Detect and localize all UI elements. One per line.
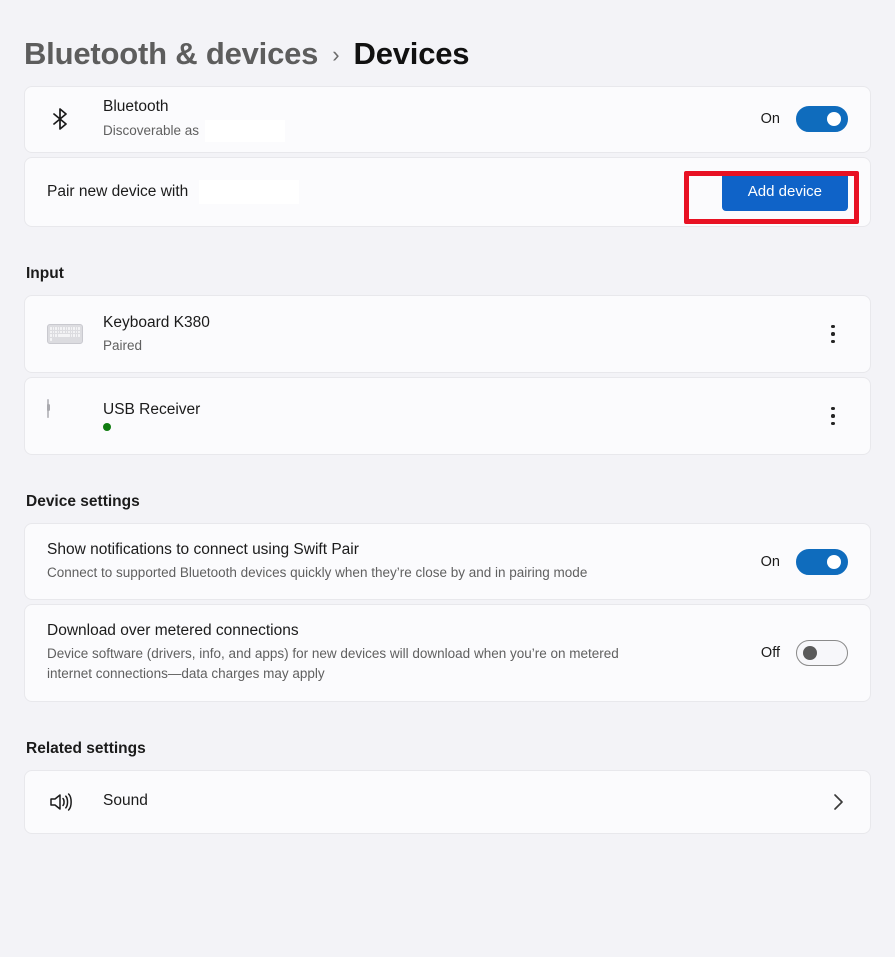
sound-settings-row[interactable]: Sound xyxy=(25,771,870,833)
usb-receiver-text: USB Receiver xyxy=(103,400,818,432)
swift-pair-toggle[interactable] xyxy=(796,548,848,575)
pair-device-label-wrap: Pair new device with xyxy=(47,179,722,204)
pair-device-card: Pair new device with Add device xyxy=(24,156,871,227)
swift-pair-description: Connect to supported Bluetooth devices q… xyxy=(47,564,588,580)
sound-label: Sound xyxy=(103,792,148,810)
related-settings-header: Related settings xyxy=(26,739,146,757)
mouse-thumb-wrap xyxy=(47,398,103,432)
bluetooth-text: Bluetooth Discoverable as xyxy=(103,97,758,142)
swift-pair-toggle-label: On xyxy=(760,553,780,570)
bluetooth-toggle-wrap: On xyxy=(758,106,848,133)
keyboard-icon xyxy=(47,318,83,350)
device-row-usb-receiver[interactable]: USB Receiver xyxy=(25,378,870,454)
bluetooth-icon xyxy=(47,106,73,132)
metered-connections-title: Download over metered connections xyxy=(47,622,299,640)
swift-pair-row: Show notifications to connect using Swif… xyxy=(25,524,870,599)
pair-device-label: Pair new device with xyxy=(47,183,189,201)
keyboard-status: Paired xyxy=(103,337,143,353)
device-card-keyboard: Keyboard K380 Paired xyxy=(24,294,871,373)
pair-device-row: Pair new device with Add device xyxy=(25,158,870,226)
settings-page: Bluetooth & devices › Devices Bluetooth … xyxy=(0,0,895,957)
keyboard-name: Keyboard K380 xyxy=(103,313,210,331)
device-settings-header: Device settings xyxy=(26,492,140,510)
metered-connections-description: Device software (drivers, info, and apps… xyxy=(47,646,619,682)
usb-receiver-menu-wrap xyxy=(818,399,848,433)
bluetooth-toggle-label: On xyxy=(760,111,780,128)
bluetooth-title: Bluetooth xyxy=(103,98,169,115)
more-options-icon[interactable] xyxy=(818,317,848,351)
keyboard-menu-wrap xyxy=(818,317,848,351)
bluetooth-card: Bluetooth Discoverable as On xyxy=(24,86,871,153)
breadcrumb-separator-icon: › xyxy=(332,42,340,67)
mouse-icon xyxy=(47,398,83,432)
metered-connections-toggle-wrap: Off xyxy=(758,639,848,666)
bluetooth-subtitle-wrap: Discoverable as xyxy=(103,119,758,142)
sound-icon-wrap xyxy=(47,789,103,815)
metered-connections-toggle[interactable] xyxy=(796,639,848,666)
add-device-button[interactable]: Add device xyxy=(721,172,848,212)
metered-connections-row: Download over metered connections Device… xyxy=(25,605,870,700)
more-options-icon[interactable] xyxy=(818,399,848,433)
pair-device-text: Pair new device with xyxy=(47,179,722,204)
keyboard-text: Keyboard K380 Paired xyxy=(103,313,818,355)
add-device-wrap: Add device xyxy=(721,172,848,212)
pair-device-name-redacted xyxy=(198,179,299,204)
sound-chevron-wrap xyxy=(824,788,852,816)
connected-status-dot-icon xyxy=(103,423,111,432)
sound-icon xyxy=(47,789,73,815)
bluetooth-icon-wrap xyxy=(47,106,103,132)
page-title: Devices xyxy=(353,36,470,71)
metered-connections-text: Download over metered connections Device… xyxy=(47,621,758,684)
swift-pair-text: Show notifications to connect using Swif… xyxy=(47,540,758,583)
swift-pair-card: Show notifications to connect using Swif… xyxy=(24,522,871,601)
chevron-right-icon[interactable] xyxy=(824,788,852,816)
metered-connections-card: Download over metered connections Device… xyxy=(24,604,871,702)
device-card-usb-receiver: USB Receiver xyxy=(24,376,871,455)
device-row-keyboard[interactable]: Keyboard K380 Paired xyxy=(25,296,870,372)
swift-pair-toggle-wrap: On xyxy=(758,548,848,575)
keyboard-thumb-wrap xyxy=(47,318,103,350)
bluetooth-name-redacted xyxy=(205,119,286,142)
bluetooth-toggle[interactable] xyxy=(796,106,848,133)
sound-text: Sound xyxy=(103,791,824,812)
breadcrumb: Bluetooth & devices › Devices xyxy=(24,0,871,86)
bluetooth-subtitle: Discoverable as xyxy=(103,123,200,139)
usb-receiver-status xyxy=(103,423,818,432)
related-settings-card-sound: Sound xyxy=(24,769,871,834)
swift-pair-title: Show notifications to connect using Swif… xyxy=(47,540,359,558)
input-section-header: Input xyxy=(26,264,64,282)
metered-connections-toggle-label: Off xyxy=(760,644,780,661)
breadcrumb-parent-link[interactable]: Bluetooth & devices xyxy=(24,36,318,72)
bluetooth-row: Bluetooth Discoverable as On xyxy=(25,87,870,152)
usb-receiver-name: USB Receiver xyxy=(103,401,201,419)
